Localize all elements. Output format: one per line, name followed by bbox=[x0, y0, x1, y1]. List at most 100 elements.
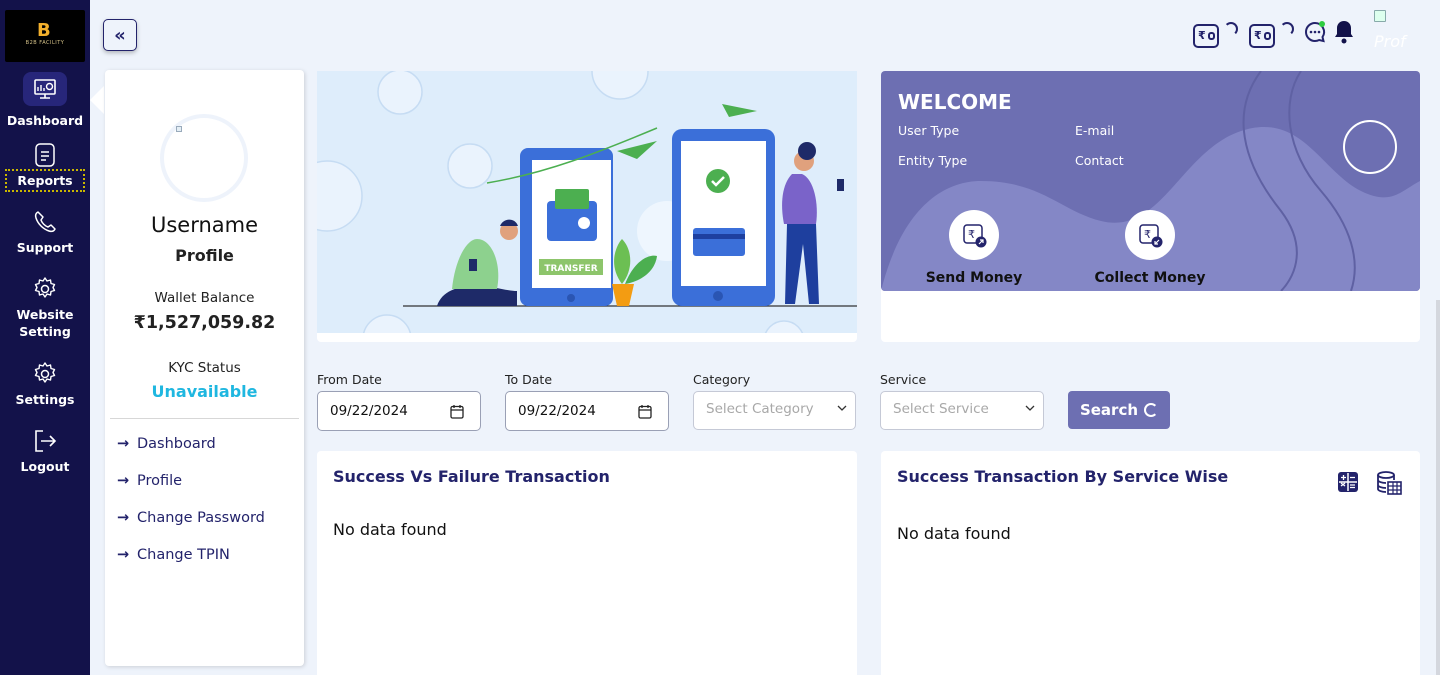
service-wise-panel: Success Transaction By Service Wise No d… bbox=[881, 451, 1420, 675]
page-scrollbar[interactable] bbox=[1436, 300, 1440, 675]
wallet-clasp bbox=[1264, 32, 1271, 40]
chat-icon[interactable] bbox=[1303, 20, 1327, 44]
service-label: Service bbox=[880, 372, 927, 387]
profile-avatar-image bbox=[160, 114, 248, 202]
double-chevron-left-icon: « bbox=[114, 24, 126, 46]
arrow-right-icon: → bbox=[117, 510, 130, 526]
username: Username bbox=[150, 213, 259, 237]
welcome-title: WELCOME bbox=[898, 90, 1012, 114]
sidebar-item-label: Settings bbox=[15, 392, 75, 407]
category-placeholder: Select Category bbox=[706, 401, 814, 417]
to-date-input[interactable]: 09/22/2024 bbox=[505, 391, 669, 431]
wallet-balance-label: Wallet Balance bbox=[154, 290, 255, 306]
sidebar-item-logout[interactable]: Logout bbox=[0, 428, 90, 475]
rupee-symbol: ₹ bbox=[1254, 29, 1262, 42]
profile-subtitle: Profile bbox=[175, 246, 234, 265]
collect-money-button[interactable]: ₹ Collect Money bbox=[1090, 210, 1210, 286]
profile-link-change-password[interactable]: → Change Password bbox=[117, 510, 265, 526]
divider bbox=[110, 418, 299, 419]
chevron-down-icon bbox=[1025, 405, 1035, 411]
search-button[interactable]: Search bbox=[1068, 391, 1170, 429]
sidebar-item-label: Logout bbox=[20, 459, 70, 474]
profile-avatar[interactable]: Prof bbox=[1374, 10, 1422, 56]
service-select[interactable]: Select Service bbox=[880, 391, 1044, 430]
svg-text:₹: ₹ bbox=[1144, 228, 1151, 241]
wallet-clasp bbox=[1208, 32, 1215, 40]
empty-state-text: No data found bbox=[897, 524, 1011, 543]
search-button-label: Search bbox=[1079, 401, 1139, 419]
collect-money-label: Collect Money bbox=[1094, 270, 1206, 286]
banner-card: TRANSFER bbox=[317, 71, 857, 342]
to-date-value: 09/22/2024 bbox=[518, 403, 596, 419]
bell-icon[interactable] bbox=[1332, 19, 1356, 45]
wallet-icon[interactable]: ₹ bbox=[1193, 24, 1219, 48]
logo-tagline: B2B FACILITY bbox=[25, 40, 65, 46]
brand-logo[interactable]: B B2B FACILITY bbox=[5, 10, 85, 62]
entity-type-label: Entity Type bbox=[898, 153, 968, 168]
wallet-balance-value: ₹1,527,059.82 bbox=[133, 313, 276, 333]
user-type-label: User Type bbox=[898, 123, 960, 138]
send-money-label: Send Money bbox=[925, 270, 1023, 286]
email-label: E-mail bbox=[1075, 123, 1115, 138]
database-table-icon[interactable] bbox=[1376, 470, 1402, 496]
link-label: Change TPIN bbox=[137, 547, 230, 563]
broken-image-icon bbox=[1374, 10, 1386, 22]
welcome-card: WELCOME User Type E-mail Entity Type Con… bbox=[881, 71, 1420, 342]
sidebar-item-label: Reports bbox=[5, 169, 85, 192]
calculator-icon[interactable] bbox=[1337, 471, 1359, 493]
sidebar-item-label: Website Setting bbox=[16, 307, 74, 339]
svg-text:₹: ₹ bbox=[968, 228, 975, 241]
sidebar-item-website-setting[interactable]: Website Setting bbox=[0, 276, 90, 340]
dashboard-icon bbox=[23, 72, 67, 106]
banner-illustration: TRANSFER bbox=[317, 71, 857, 333]
send-money-icon: ₹ bbox=[949, 210, 999, 260]
service-placeholder: Select Service bbox=[893, 401, 989, 417]
logo-letter: B bbox=[37, 20, 51, 41]
phone-icon bbox=[34, 211, 56, 233]
send-money-button[interactable]: ₹ Send Money bbox=[914, 210, 1034, 286]
broken-image-icon bbox=[176, 126, 182, 132]
category-select[interactable]: Select Category bbox=[693, 391, 856, 430]
calendar-icon[interactable] bbox=[450, 404, 464, 419]
chevron-down-icon bbox=[837, 405, 847, 411]
loading-spinner-icon bbox=[1144, 403, 1159, 417]
active-indicator bbox=[90, 86, 104, 114]
calendar-icon[interactable] bbox=[638, 404, 652, 419]
loading-spinner-icon bbox=[1224, 22, 1238, 36]
loading-spinner-icon bbox=[1280, 22, 1294, 36]
sidebar-item-label: Support bbox=[16, 240, 74, 255]
category-label: Category bbox=[693, 372, 751, 387]
welcome-panel: WELCOME User Type E-mail Entity Type Con… bbox=[881, 71, 1420, 291]
from-date-value: 09/22/2024 bbox=[330, 403, 408, 419]
collect-money-icon: ₹ bbox=[1125, 210, 1175, 260]
collapse-sidebar-button[interactable]: « bbox=[103, 19, 137, 51]
banner-transfer-tag: TRANSFER bbox=[544, 264, 597, 274]
arrow-right-icon: → bbox=[117, 473, 130, 489]
profile-card: Username Profile Wallet Balance ₹1,527,0… bbox=[105, 70, 304, 666]
from-date-label: From Date bbox=[317, 372, 382, 387]
success-vs-failure-panel: Success Vs Failure Transaction No data f… bbox=[317, 451, 857, 675]
profile-link-change-tpin[interactable]: → Change TPIN bbox=[117, 547, 230, 563]
link-label: Profile bbox=[137, 473, 183, 489]
user-avatar-ring bbox=[1343, 120, 1397, 174]
link-label: Dashboard bbox=[137, 436, 216, 452]
sidebar-item-label: Dashboard bbox=[6, 113, 84, 128]
profile-link-profile[interactable]: → Profile bbox=[117, 473, 182, 489]
logout-icon bbox=[35, 430, 57, 452]
from-date-input[interactable]: 09/22/2024 bbox=[317, 391, 481, 431]
sidebar-item-dashboard[interactable]: Dashboard bbox=[0, 72, 90, 129]
avatar-alt-text: Prof bbox=[1374, 32, 1406, 51]
panel-title: Success Transaction By Service Wise bbox=[897, 467, 1229, 486]
sidebar-item-settings[interactable]: Settings bbox=[0, 361, 90, 408]
gear-icon bbox=[34, 277, 56, 298]
reports-icon bbox=[35, 143, 55, 167]
wallet-icon[interactable]: ₹ bbox=[1249, 24, 1275, 48]
gear-icon bbox=[34, 362, 56, 383]
empty-state-text: No data found bbox=[333, 520, 447, 539]
sidebar-item-reports[interactable]: Reports bbox=[0, 142, 90, 192]
kyc-status-value: Unavailable bbox=[151, 382, 258, 401]
profile-link-dashboard[interactable]: → Dashboard bbox=[117, 436, 216, 452]
arrow-right-icon: → bbox=[117, 547, 130, 563]
sidebar-item-support[interactable]: Support bbox=[0, 209, 90, 256]
rupee-symbol: ₹ bbox=[1198, 29, 1206, 42]
